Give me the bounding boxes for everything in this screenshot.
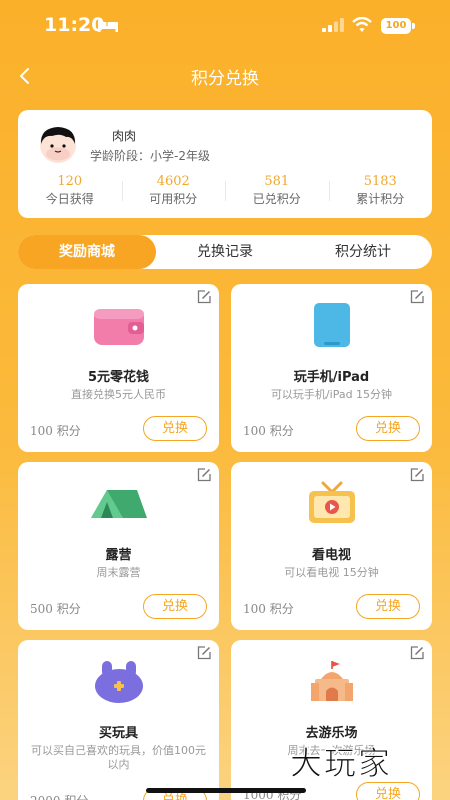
castle-icon <box>310 661 353 701</box>
redeem-button[interactable]: 兑换 <box>143 594 207 619</box>
stat-value: 4602 <box>156 174 190 189</box>
reward-points: 2000 积分 <box>30 792 88 800</box>
redeem-button[interactable]: 兑换 <box>356 782 420 800</box>
stat-value: 120 <box>57 174 83 189</box>
reward-desc: 可以买自己喜欢的玩具，价值100元以内 <box>31 744 206 771</box>
stat-label: 已兑积分 <box>252 192 301 206</box>
battery-indicator: 100 <box>381 18 411 34</box>
redeem-button[interactable]: 兑换 <box>356 416 420 441</box>
reward-card: 5元零花钱 直接兑换5元人民币 100 积分 兑换 <box>18 284 219 452</box>
reward-desc: 可以玩手机/iPad 15分钟 <box>270 388 393 401</box>
tab-bar: 奖励商城 兑换记录 积分统计 <box>18 235 432 269</box>
reward-title: 买玩具 <box>98 726 138 741</box>
redeem-button[interactable]: 兑换 <box>143 416 207 441</box>
wallet-icon <box>93 309 144 345</box>
user-grade: 学龄阶段：小学-2年级 <box>90 149 210 163</box>
points-stats: 120 今日获得 4602 可用积分 581 已兑积分 5183 累计积分 <box>18 174 432 208</box>
tab-points-stats[interactable]: 积分统计 <box>294 235 432 269</box>
stat-available: 4602 可用积分 <box>121 174 226 208</box>
wifi-icon <box>352 17 372 32</box>
stat-today-earned: 120 今日获得 <box>18 174 122 208</box>
redeem-button[interactable]: 兑换 <box>356 594 420 619</box>
profile-card: 肉肉 学龄阶段：小学-2年级 120 今日获得 4602 可用积分 581 已兑… <box>18 110 432 218</box>
stat-redeemed: 581 已兑积分 <box>225 174 329 208</box>
reward-desc: 周末露营 <box>96 566 141 579</box>
reward-title: 5元零花钱 <box>87 370 150 385</box>
stat-cumulative: 5183 累计积分 <box>328 174 433 208</box>
reward-card: 看电视 可以看电视 15分钟 100 积分 兑换 <box>231 462 432 630</box>
reward-title: 看电视 <box>311 548 351 563</box>
user-name: 肉肉 <box>112 129 137 143</box>
reward-card: 露营 周末露营 500 积分 兑换 <box>18 462 219 630</box>
signal-icon <box>322 18 344 32</box>
reward-points: 500 积分 <box>30 602 81 616</box>
watermark: 大玩家 <box>289 744 393 783</box>
tab-exchange-records[interactable]: 兑换记录 <box>156 235 294 269</box>
reward-points: 100 积分 <box>243 424 294 438</box>
reward-title: 玩手机/iPad <box>293 370 370 385</box>
status-time: 11:20 <box>44 14 105 36</box>
reward-desc: 可以看电视 15分钟 <box>284 566 379 579</box>
page-title: 积分兑换 <box>191 69 259 89</box>
reward-desc: 直接兑换5元人民币 <box>71 388 166 401</box>
stat-value: 5183 <box>363 174 397 189</box>
tab-reward-store[interactable]: 奖励商城 <box>18 235 156 269</box>
stat-value: 581 <box>264 174 290 189</box>
reward-title: 露营 <box>105 548 132 563</box>
reward-points: 100 积分 <box>243 602 294 616</box>
tent-icon <box>90 490 147 518</box>
reward-points: 100 积分 <box>30 424 81 438</box>
status-bar: 11:20 100 <box>0 0 450 52</box>
stat-label: 今日获得 <box>45 192 94 206</box>
stat-label: 累计积分 <box>356 192 405 206</box>
gamepad-icon <box>94 661 143 703</box>
reward-card: 买玩具 可以买自己喜欢的玩具，价值100元以内 2000 积分 兑换 <box>18 640 219 800</box>
reward-card: 玩手机/iPad 可以玩手机/iPad 15分钟 100 积分 兑换 <box>231 284 432 452</box>
tv-icon <box>308 481 355 523</box>
battery-tip <box>412 23 415 29</box>
stat-label: 可用积分 <box>149 192 198 206</box>
tablet-icon <box>313 303 350 347</box>
avatar <box>40 127 76 163</box>
home-indicator <box>146 788 306 793</box>
bed-icon <box>98 20 118 32</box>
